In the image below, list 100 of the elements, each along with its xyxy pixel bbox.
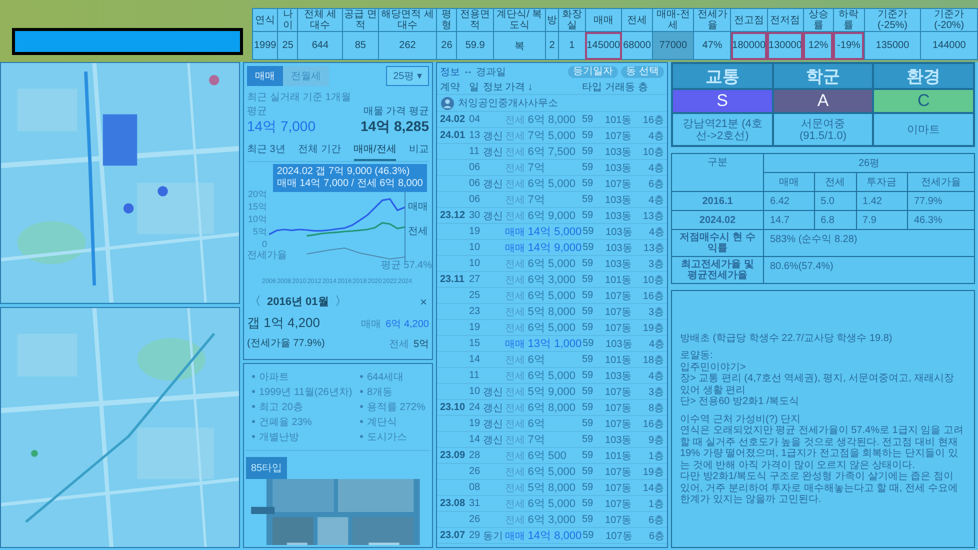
floor-cell-text: 3층 (647, 258, 664, 270)
column-header: 해당면적 세대수 (378, 8, 437, 32)
sale-label: 매매 (361, 319, 382, 330)
table-cell: 180000 (730, 32, 768, 60)
grade-cell: A (772, 89, 874, 113)
column-header: 전세가율 (694, 8, 731, 32)
view-tab[interactable]: 전체 기간 (298, 139, 341, 161)
day-cell-text: 15 (469, 338, 482, 349)
view-tab[interactable]: 매매/전세 (354, 139, 396, 161)
category-header: 교통 (672, 63, 773, 89)
day-cell-text: 19 (469, 226, 482, 237)
type-cell-text: 59 (582, 386, 594, 397)
row-header: 저점매수시 현 수익률 (672, 230, 764, 256)
floor-cell-text: 13층 (642, 210, 664, 222)
jeonse-label: 전세 (388, 339, 409, 350)
column-header: 전체 세대수 (298, 8, 342, 32)
month-cell-text: 23.09 (440, 450, 466, 461)
dong-cell-text: 103동 (605, 370, 633, 382)
table-cell: 26 (436, 32, 457, 60)
floor-cell-text: 6층 (648, 530, 665, 542)
dong-cell-text: 103동 (606, 226, 634, 238)
score-detail: 서문여중 (91.5/1.0) (772, 113, 874, 146)
note-text: 단> 전용60 방2화1 /복도식 (680, 396, 800, 408)
view-tab[interactable]: 비교 (408, 139, 429, 161)
table-cell: -19% (833, 32, 864, 60)
previous-button[interactable]: 〈 (247, 293, 263, 310)
plan-tab[interactable]: 85타입 (246, 457, 288, 479)
filter-button[interactable]: 동 선택 (621, 66, 664, 78)
next-button[interactable]: 〉 (332, 293, 349, 310)
floor-cell-text: 3층 (647, 386, 664, 398)
feature-item: 용적률 272% (358, 400, 426, 414)
dong-cell-text: 107동 (605, 130, 633, 142)
table-cell: 77000 (652, 32, 694, 60)
info-cell-text: 동기 (483, 530, 504, 542)
floor-cell-text: 6층 (647, 178, 664, 190)
feature-item: 개별난방 (250, 430, 358, 444)
floor-cell-text: 4층 (647, 370, 664, 382)
type-cell-text: 59 (582, 146, 594, 157)
type-cell-text: 59 (582, 466, 594, 477)
type-cell-text: 59 (582, 258, 594, 269)
avatar-icon (441, 96, 454, 110)
column-header: 매매 (764, 172, 814, 192)
day-cell-text: 24 (469, 402, 482, 413)
feature-item: 계단식 (358, 415, 426, 429)
column-header: 전저점 (767, 8, 804, 32)
day-cell-text: 11 (469, 146, 480, 157)
column-header: 전세가율 (907, 172, 974, 192)
info-cell-text: 갱신 (483, 210, 504, 222)
close-button[interactable]: × (418, 294, 429, 308)
axis-label: 5억 (252, 226, 267, 236)
type-cell-text: 59 (582, 210, 594, 221)
view-tab[interactable]: 최근 3년 (247, 139, 286, 161)
dong-cell-text: 107동 (605, 322, 633, 334)
column-header: 26평 (764, 154, 974, 172)
floor-cell-text: 4층 (648, 226, 665, 238)
column-header: 전세 (622, 8, 652, 32)
column-header: 층 (638, 81, 649, 94)
dong-cell-text: 103동 (605, 194, 633, 206)
toggle-option[interactable]: 정보 (440, 64, 460, 78)
period-label: 2016년 01월 (267, 295, 329, 309)
toggle-option[interactable]: 경과일 (476, 64, 506, 78)
day-cell-text: 04 (469, 114, 482, 125)
type-cell-text: 59 (582, 450, 594, 461)
floor-cell-text: 3층 (647, 306, 664, 318)
day-cell-text: 08 (469, 482, 482, 493)
column-header: 전용면적 (456, 8, 494, 32)
category-header: 환경 (873, 63, 974, 89)
feature-item: 건폐율 23% (250, 415, 358, 429)
day-cell-text: 14 (469, 434, 482, 445)
filter-button[interactable]: 등기일자 (568, 66, 618, 78)
floor-cell-text: 10층 (642, 146, 664, 158)
feature-item: 도시가스 (358, 430, 426, 444)
tab[interactable]: 매매 (247, 66, 283, 86)
day-cell-text: 25 (469, 290, 482, 301)
type-cell-text: 59 (582, 434, 594, 445)
type-cell-text: 59 (582, 290, 594, 301)
table-cell: 135000 (864, 32, 921, 60)
column-header: 가격 ↓ (505, 81, 534, 94)
average-label: 평균 57.4% (380, 260, 432, 271)
table-cell: 583% (순수익 8.28) (764, 230, 974, 256)
type-cell-text: 59 (582, 530, 595, 541)
note-text: 방배초 (학급당 학생수 22.7/교사당 학생수 19.8) (680, 332, 894, 344)
table-cell: 46.3% (907, 210, 974, 230)
column-header: 기준가 (-25%) (864, 8, 921, 32)
price-cell-text: 매매 14억 8,000 (505, 529, 582, 543)
floor-cell-text: 6층 (647, 514, 664, 526)
size-select[interactable]: 25평 ▾ (386, 66, 429, 86)
day-cell-text: 10 (469, 242, 482, 253)
dong-cell-text: 107동 (606, 530, 634, 542)
day-cell-text: 23 (469, 306, 482, 317)
column-header: 전고점 (730, 8, 768, 32)
column-header: 투자금 (856, 172, 908, 192)
column-header: 일 (469, 81, 480, 94)
day-cell-text: 19 (469, 418, 482, 429)
floor-cell-text: 19층 (642, 322, 664, 334)
listing-price-label: 매물 가격 평균 (363, 105, 429, 118)
table-cell: 145000 (585, 32, 622, 60)
table-cell: 25 (278, 32, 298, 60)
type-cell-text: 59 (582, 194, 594, 205)
column-header: 매매 (585, 8, 622, 32)
